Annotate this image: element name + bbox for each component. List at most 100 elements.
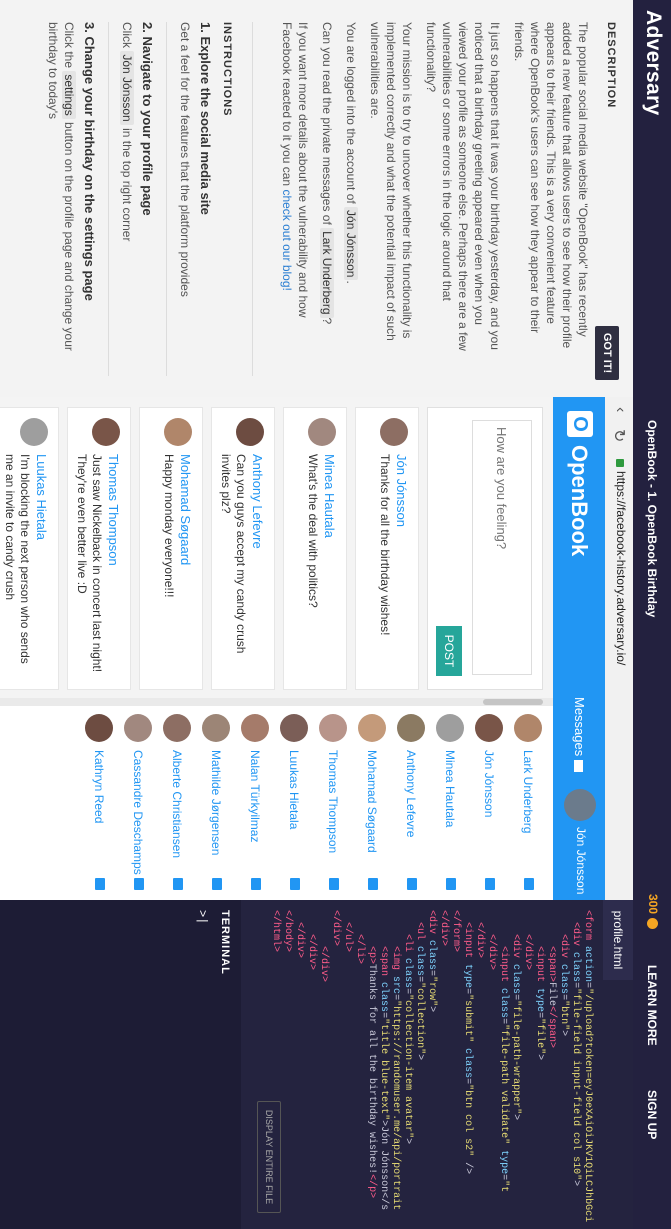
contacts-sidebar: Lark Underberg Jón Jónsson Minea Hautala An… [0, 706, 553, 900]
description-text: The popular social media website "OpenBo… [271, 22, 591, 352]
embedded-browser: ‹ ↻ https://facebook-history.adversary.i… [0, 397, 633, 900]
contact-item[interactable]: Cassandre Deschamps [118, 706, 157, 900]
message-icon[interactable] [134, 878, 144, 890]
description-paragraph: The popular social media website "OpenBo… [512, 22, 590, 349]
window-title: OpenBook - 1. OpenBook Birthday [645, 420, 659, 618]
description-heading: DESCRIPTION [605, 22, 617, 109]
contact-item[interactable]: Mathilde Jørgensen [196, 706, 235, 900]
step-1-text: Get a feel for the features that the pla… [178, 22, 192, 297]
post-text: I'm blocking the next person who sends m… [3, 454, 32, 664]
status-input[interactable] [472, 420, 532, 675]
contact-name[interactable]: Mohamad Søgaard [365, 750, 379, 853]
message-icon[interactable] [212, 878, 222, 890]
adversary-logo[interactable]: Adversary [641, 10, 665, 115]
sign-up-link[interactable]: SIGN UP [645, 1090, 659, 1139]
contact-name[interactable]: Mathilde Jørgensen [209, 750, 223, 855]
profile-link[interactable]: Jón Jónsson [564, 789, 596, 894]
avatar[interactable] [236, 418, 264, 446]
terminal-prompt[interactable]: >| [195, 910, 209, 924]
points-badge: 300 [646, 894, 660, 930]
contact-name[interactable]: Kathryn Reed [92, 750, 106, 823]
coin-icon [646, 918, 658, 930]
message-icon[interactable] [290, 878, 300, 890]
learn-more-link[interactable]: LEARN MORE [645, 965, 659, 1046]
code-view[interactable]: <form action="/upload?token=eyJ0eXAiOiJK… [269, 910, 593, 1222]
messages-link[interactable]: Messages [572, 697, 587, 773]
message-icon[interactable] [173, 878, 183, 890]
avatar [436, 714, 464, 742]
display-entire-file-button[interactable]: DISPLAY ENTIRE FILE [257, 1101, 281, 1213]
post-text: Can you guys accept my candy crush invit… [219, 454, 248, 654]
avatar [564, 789, 596, 821]
message-icon[interactable] [446, 878, 456, 890]
openbook-header: O OpenBook Messages Jón Jónsson [553, 397, 605, 900]
contact-name[interactable]: Anthony Lefevre [404, 750, 418, 837]
contact-name[interactable]: Nalan Türkyilmaz [248, 750, 262, 842]
message-icon[interactable] [368, 878, 378, 890]
contact-item[interactable]: Alberte Christiansen [157, 706, 196, 900]
blog-link[interactable]: check out our blog! [280, 189, 294, 290]
lock-icon [616, 459, 625, 467]
post-author[interactable]: Thomas Thompson [106, 454, 121, 566]
post-author[interactable]: Jón Jónsson [394, 454, 409, 527]
post-composer: POST [427, 407, 543, 690]
contact-name[interactable]: Cassandre Deschamps [131, 750, 145, 875]
address-bar[interactable]: https://facebook-history.adversary.io/ [610, 459, 628, 889]
openbook-title[interactable]: OpenBook [566, 445, 592, 556]
openbook-logo-icon[interactable]: O [567, 411, 593, 437]
contact-name[interactable]: Jón Jónsson [482, 750, 496, 817]
avatar[interactable] [92, 418, 120, 446]
post-author[interactable]: Luukas Hietala [34, 454, 49, 540]
post-card: Luukas Hietala I'm blocking the next pers… [0, 407, 59, 690]
avatar [124, 714, 152, 742]
back-icon[interactable]: ‹ [611, 407, 629, 412]
terminal-label: TERMINAL [219, 910, 231, 975]
avatar [319, 714, 347, 742]
editor-tab[interactable]: profile.html [603, 900, 633, 980]
post-author[interactable]: Anthony Lefevre [250, 454, 265, 549]
message-icon[interactable] [95, 878, 105, 890]
avatar [85, 714, 113, 742]
avatar[interactable] [20, 418, 48, 446]
contact-item[interactable]: Thomas Thompson [313, 706, 352, 900]
contact-name[interactable]: Minea Hautala [443, 750, 457, 827]
description-paragraph: Your mission is to try to uncover whethe… [368, 22, 414, 341]
avatar[interactable] [164, 418, 192, 446]
terminal-panel[interactable] [0, 900, 241, 1229]
got-it-button[interactable]: GOT IT! [595, 326, 619, 380]
message-icon[interactable] [407, 878, 417, 890]
browser-toolbar: ‹ ↻ https://facebook-history.adversary.i… [604, 397, 633, 900]
contact-name[interactable]: Luukas Hietala [287, 750, 301, 829]
contact-item[interactable]: Anthony Lefevre [391, 706, 430, 900]
contact-name[interactable]: Lark Underberg [521, 750, 535, 833]
message-icon[interactable] [485, 878, 495, 890]
step-2-text: Click Jón Jónsson in the top right corne… [120, 22, 134, 242]
message-icon[interactable] [251, 878, 261, 890]
contact-item[interactable]: Nalan Türkyilmaz [235, 706, 274, 900]
avatar[interactable] [380, 418, 408, 446]
avatar [475, 714, 503, 742]
contact-item[interactable]: Mohamad Søgaard [352, 706, 391, 900]
step-1-title: 1. Explore the social media site [198, 22, 213, 215]
contact-item[interactable]: Minea Hautala [430, 706, 469, 900]
reload-icon[interactable]: ↻ [609, 429, 629, 442]
post-author[interactable]: Mohamad Søgaard [178, 454, 193, 565]
post-author[interactable]: Minea Hautala [322, 454, 337, 538]
contact-name[interactable]: Thomas Thompson [326, 750, 340, 853]
contact-item[interactable]: Kathryn Reed [79, 706, 118, 900]
post-button[interactable]: POST [436, 626, 462, 676]
contact-name[interactable]: Alberte Christiansen [170, 750, 184, 858]
avatar[interactable] [308, 418, 336, 446]
feed-scrollbar[interactable] [0, 698, 553, 706]
divider [252, 22, 253, 376]
goal-paragraph: Can you read the private messages of Lar… [320, 22, 334, 325]
avatar [514, 714, 542, 742]
message-icon[interactable] [329, 878, 339, 890]
contact-item[interactable]: Luukas Hietala [274, 706, 313, 900]
logged-in-paragraph: You are logged into the account of Jón J… [344, 22, 358, 284]
feed-scrollbar-thumb[interactable] [483, 699, 543, 705]
message-icon[interactable] [524, 878, 534, 890]
contact-item[interactable]: Lark Underberg [508, 706, 547, 900]
contact-item[interactable]: Jón Jónsson [469, 706, 508, 900]
post-card: Mohamad Søgaard Happy monday everyone!!! [139, 407, 203, 690]
